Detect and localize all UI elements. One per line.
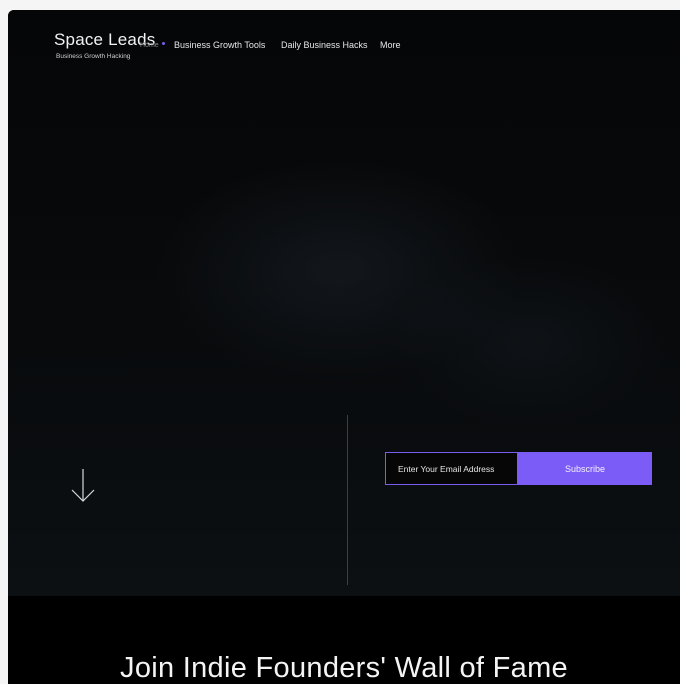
- nav-item-home[interactable]: Home: [140, 42, 159, 49]
- main-nav: Home Business Growth Tools Daily Busines…: [8, 40, 680, 52]
- page-frame: Space Leads Business Growth Hacking Home…: [8, 10, 680, 684]
- arrow-down-icon[interactable]: [69, 468, 97, 504]
- wall-of-fame-section: Join Indie Founders' Wall of Fame: [8, 596, 680, 684]
- section-title: Join Indie Founders' Wall of Fame: [120, 652, 568, 684]
- hero-section: Space Leads Business Growth Hacking Home…: [8, 10, 680, 596]
- nav-item-daily-business-hacks[interactable]: Daily Business Hacks: [281, 40, 368, 50]
- subscribe-form: Subscribe: [385, 452, 652, 485]
- nav-item-business-growth-tools[interactable]: Business Growth Tools: [174, 40, 265, 50]
- nav-item-more[interactable]: More: [380, 40, 401, 50]
- site-tagline: Business Growth Hacking: [56, 53, 131, 60]
- subscribe-button[interactable]: Subscribe: [518, 452, 652, 485]
- vertical-divider: [347, 415, 348, 585]
- email-input[interactable]: [385, 452, 518, 485]
